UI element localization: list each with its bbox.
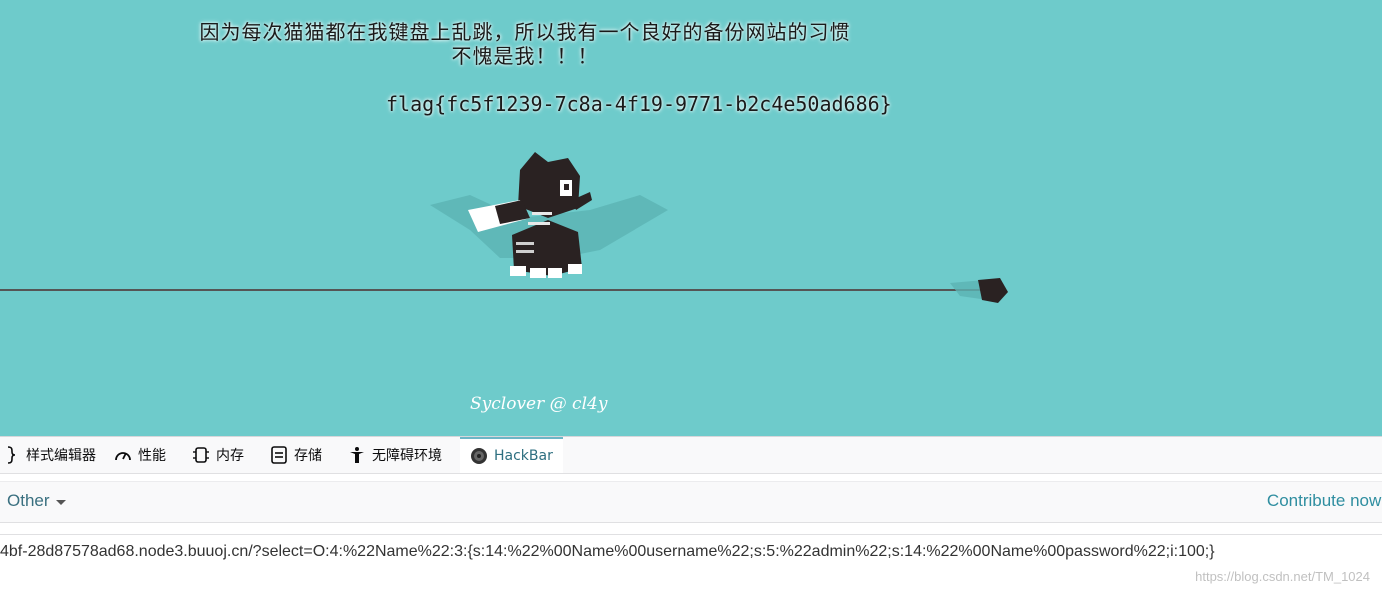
watermark: https://blog.csdn.net/TM_1024 bbox=[1195, 569, 1370, 584]
headline-line-1: 因为每次猫猫都在我键盘上乱跳，所以我有一个良好的备份网站的习惯 bbox=[199, 20, 851, 44]
tab-label: 性能 bbox=[138, 448, 166, 464]
devtools-panel: 样式编辑器 性能 内存 存储 无障碍环境 HackBar Other Contr… bbox=[0, 436, 1382, 590]
other-menu-label: Other bbox=[7, 491, 50, 510]
gauge-icon bbox=[114, 446, 132, 464]
caret-down-icon bbox=[55, 499, 66, 505]
site-credit: Syclover @ cl4y bbox=[470, 394, 608, 414]
tab-hackbar[interactable]: HackBar bbox=[460, 437, 563, 473]
cat-animation bbox=[0, 152, 1008, 303]
browser-page: 因为每次猫猫都在我键盘上乱跳，所以我有一个良好的备份网站的习惯 不愧是我！！！ … bbox=[0, 0, 1382, 590]
brace-icon bbox=[2, 446, 20, 464]
yarn-ball bbox=[978, 278, 1008, 303]
tab-label: 存储 bbox=[294, 448, 322, 464]
flag-text: flag{fc5f1239-7c8a-4f19-9771-b2c4e50ad68… bbox=[386, 92, 892, 116]
hackbar-toolbar: Other Contribute now! bbox=[0, 481, 1382, 523]
website-viewport: 因为每次猫猫都在我键盘上乱跳，所以我有一个良好的备份网站的习惯 不愧是我！！！ … bbox=[0, 0, 1382, 436]
tab-style-editor[interactable]: 样式编辑器 bbox=[2, 437, 96, 473]
other-menu-button[interactable]: Other bbox=[7, 491, 66, 511]
tab-storage[interactable]: 存储 bbox=[270, 437, 322, 473]
hackbar-logo-icon bbox=[470, 447, 488, 465]
devtools-tabbar: 样式编辑器 性能 内存 存储 无障碍环境 HackBar bbox=[0, 437, 1382, 474]
tab-memory[interactable]: 内存 bbox=[192, 437, 244, 473]
accessibility-icon bbox=[348, 446, 366, 464]
page-headline: 因为每次猫猫都在我键盘上乱跳，所以我有一个良好的备份网站的习惯 不愧是我！！！ bbox=[100, 20, 950, 68]
url-value: 4bf-28d87578ad68.node3.buuoj.cn/?select=… bbox=[0, 543, 1215, 560]
tab-accessibility[interactable]: 无障碍环境 bbox=[348, 437, 442, 473]
tab-label: 内存 bbox=[216, 448, 244, 464]
tab-label: 无障碍环境 bbox=[372, 448, 442, 464]
memory-chip-icon bbox=[192, 446, 210, 464]
storage-icon bbox=[270, 446, 288, 464]
hackbar-url-field[interactable]: 4bf-28d87578ad68.node3.buuoj.cn/?select=… bbox=[0, 534, 1382, 590]
tab-performance[interactable]: 性能 bbox=[114, 437, 166, 473]
tab-label: 样式编辑器 bbox=[26, 448, 96, 464]
contribute-link[interactable]: Contribute now! bbox=[1267, 491, 1382, 511]
headline-line-2: 不愧是我！！！ bbox=[451, 44, 599, 68]
tab-label: HackBar bbox=[494, 448, 553, 464]
